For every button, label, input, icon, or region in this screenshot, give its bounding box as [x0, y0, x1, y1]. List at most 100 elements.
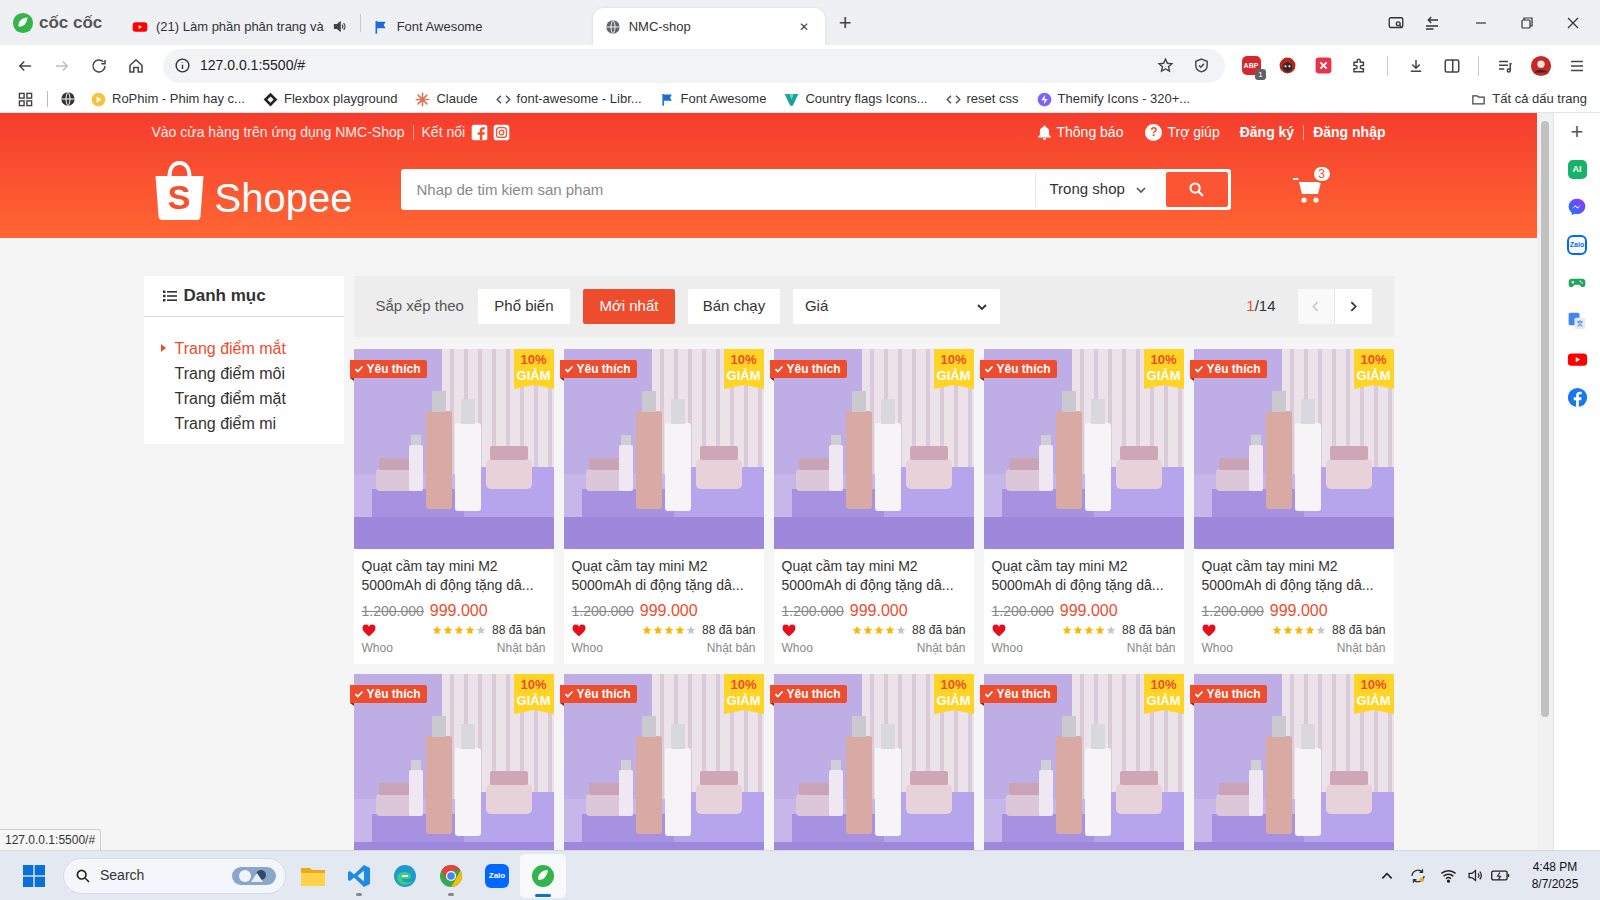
- browser-tab[interactable]: NMC-shop✕: [593, 8, 825, 45]
- sort-button-label[interactable]: Bán chạy: [703, 295, 766, 318]
- tab-label[interactable]: Font Awesome: [397, 17, 483, 37]
- clock[interactable]: 4:48 PM 8/7/2025: [1520, 859, 1590, 893]
- coccoc-taskbar-app[interactable]: [520, 854, 566, 898]
- product-card[interactable]: Yêu thích10%GIẢM: [984, 674, 1184, 850]
- heart-icon[interactable]: [572, 624, 586, 637]
- bookmark-label[interactable]: Claude: [436, 89, 477, 109]
- sort-button[interactable]: Mới nhất: [583, 289, 675, 324]
- youtube-icon[interactable]: [1554, 340, 1600, 378]
- all-bookmarks[interactable]: Tất cả dấu trang: [1471, 89, 1600, 109]
- product-card[interactable]: Yêu thích10%GIẢMQuạt cầm tay mini M2 500…: [774, 349, 974, 664]
- product-card[interactable]: Yêu thích10%GIẢM: [774, 674, 974, 850]
- globe-icon[interactable]: [60, 91, 76, 107]
- category-item[interactable]: Trang điểm mi: [144, 411, 344, 436]
- home-button[interactable]: [117, 50, 154, 82]
- shop-logo[interactable]: S Shopee: [152, 159, 401, 221]
- add-app-button[interactable]: +: [1554, 113, 1600, 150]
- notification-link[interactable]: Thông báo: [1036, 122, 1124, 143]
- side-panel-icon[interactable]: [1434, 50, 1470, 82]
- price-select-label[interactable]: Giá: [805, 295, 828, 318]
- bookmark-label[interactable]: Themify Icons - 320+...: [1058, 89, 1191, 109]
- search-input[interactable]: [404, 172, 1035, 207]
- translate-icon[interactable]: [1554, 302, 1600, 340]
- avatar-icon[interactable]: [1523, 50, 1559, 82]
- bookmark-label[interactable]: RoPhim - Phim hay c...: [112, 89, 245, 109]
- recent-icon[interactable]: [1414, 0, 1450, 45]
- product-card[interactable]: Yêu thích10%GIẢM: [1194, 674, 1394, 850]
- product-card[interactable]: Yêu thích10%GIẢMQuạt cầm tay mini M2 500…: [564, 349, 764, 664]
- info-icon[interactable]: [172, 56, 192, 76]
- ghost-extension-icon[interactable]: [1269, 50, 1305, 82]
- product-card[interactable]: Yêu thích10%GIẢM: [564, 674, 764, 850]
- bookmark-label[interactable]: Font Awesome: [681, 89, 767, 109]
- browser-tab[interactable]: (21) Làm phần phân trang và: [120, 8, 360, 45]
- facebook-icon[interactable]: [1554, 378, 1600, 416]
- volume-icon[interactable]: [1462, 856, 1488, 896]
- bookmark[interactable]: font-awesome - Libr...: [496, 89, 642, 109]
- bookmark-label[interactable]: font-awesome - Libr...: [517, 89, 642, 109]
- instagram-icon[interactable]: [493, 124, 510, 141]
- restore-button[interactable]: [1504, 0, 1550, 45]
- chevron-up-icon[interactable]: [1372, 856, 1402, 896]
- bookmark[interactable]: Country flags Icons...: [784, 89, 927, 109]
- puzzle-icon[interactable]: [1341, 50, 1377, 82]
- search-scope[interactable]: Trong shop: [1035, 172, 1166, 207]
- wifi-icon[interactable]: [1434, 856, 1462, 896]
- new-tab-button[interactable]: +: [833, 12, 858, 34]
- forward-button[interactable]: [43, 50, 80, 82]
- register-link[interactable]: Đăng ký: [1240, 125, 1304, 140]
- bookmark[interactable]: Flexbox playground: [263, 89, 397, 109]
- zalo-taskbar-app[interactable]: Zalo: [474, 854, 520, 898]
- address-bar[interactable]: 127.0.0.1:5500/#: [163, 49, 1225, 83]
- notification-label[interactable]: Thông báo: [1057, 122, 1124, 143]
- bookmark-label[interactable]: Flexbox playground: [284, 89, 397, 109]
- bookmark-label[interactable]: Country flags Icons...: [805, 89, 927, 109]
- edge-icon[interactable]: [382, 854, 428, 898]
- category-label[interactable]: Trang điểm mặt: [175, 387, 286, 411]
- product-name[interactable]: Quạt cầm tay mini M2 5000mAh di động tặn…: [992, 557, 1176, 595]
- product-card[interactable]: Yêu thích10%GIẢMQuạt cầm tay mini M2 500…: [354, 349, 554, 664]
- sort-button[interactable]: Bán chạy: [688, 289, 780, 324]
- close-window-button[interactable]: [1550, 0, 1596, 45]
- bookmark[interactable]: RoPhim - Phim hay c...: [91, 89, 245, 109]
- product-name[interactable]: Quạt cầm tay mini M2 5000mAh di động tặn…: [1202, 557, 1386, 595]
- vscode-icon[interactable]: [336, 854, 382, 898]
- all-bookmarks-label[interactable]: Tất cả dấu trang: [1492, 89, 1587, 109]
- help-link[interactable]: ? Trợ giúp: [1145, 122, 1219, 143]
- taskbar-search-label[interactable]: Search: [100, 865, 144, 886]
- category-item[interactable]: Trang điểm mặt: [144, 386, 344, 411]
- product-name[interactable]: Quạt cầm tay mini M2 5000mAh di động tặn…: [782, 557, 966, 595]
- sort-button-label[interactable]: Phổ biến: [494, 295, 553, 318]
- scrollbar[interactable]: [1537, 113, 1553, 850]
- bookmark-label[interactable]: reset css: [967, 89, 1019, 109]
- messenger-icon[interactable]: [1554, 188, 1600, 226]
- tab-label[interactable]: (21) Làm phần phân trang và: [156, 17, 324, 37]
- heart-icon[interactable]: [1202, 624, 1216, 637]
- app-link[interactable]: Vào cửa hàng trên ứng dụng NMC-Shop: [152, 125, 414, 140]
- file-explorer-icon[interactable]: [290, 854, 336, 898]
- ai-app[interactable]: AI: [1554, 150, 1600, 188]
- product-card[interactable]: Yêu thích10%GIẢMQuạt cầm tay mini M2 500…: [1194, 349, 1394, 664]
- next-page-button[interactable]: [1335, 289, 1372, 324]
- chrome-icon[interactable]: [428, 854, 474, 898]
- category-label[interactable]: Trang điểm môi: [175, 362, 286, 386]
- bookmark[interactable]: Themify Icons - 320+...: [1037, 89, 1191, 109]
- back-button[interactable]: [6, 50, 43, 82]
- shield-icon[interactable]: [1183, 52, 1219, 80]
- price-select[interactable]: Giá: [793, 289, 1000, 324]
- category-label[interactable]: Trang điểm mắt: [175, 337, 286, 361]
- minimize-button[interactable]: [1458, 0, 1504, 45]
- category-item[interactable]: Trang điểm môi: [144, 361, 344, 386]
- playlist-icon[interactable]: [1487, 50, 1523, 82]
- screencast-icon[interactable]: [1378, 0, 1414, 45]
- browser-tab[interactable]: Font Awesome: [361, 8, 593, 45]
- scrollbar-thumb[interactable]: [1541, 121, 1549, 717]
- cart-button[interactable]: 3: [1292, 175, 1324, 205]
- tab-label[interactable]: NMC-shop: [629, 17, 691, 37]
- apps-grid-icon[interactable]: [16, 90, 34, 108]
- help-label[interactable]: Trợ giúp: [1167, 122, 1219, 143]
- search-button[interactable]: [1166, 172, 1228, 207]
- sync-icon[interactable]: [1402, 856, 1434, 896]
- category-item[interactable]: Trang điểm mắt: [144, 336, 344, 361]
- zalo-app[interactable]: Zalo: [1554, 226, 1600, 264]
